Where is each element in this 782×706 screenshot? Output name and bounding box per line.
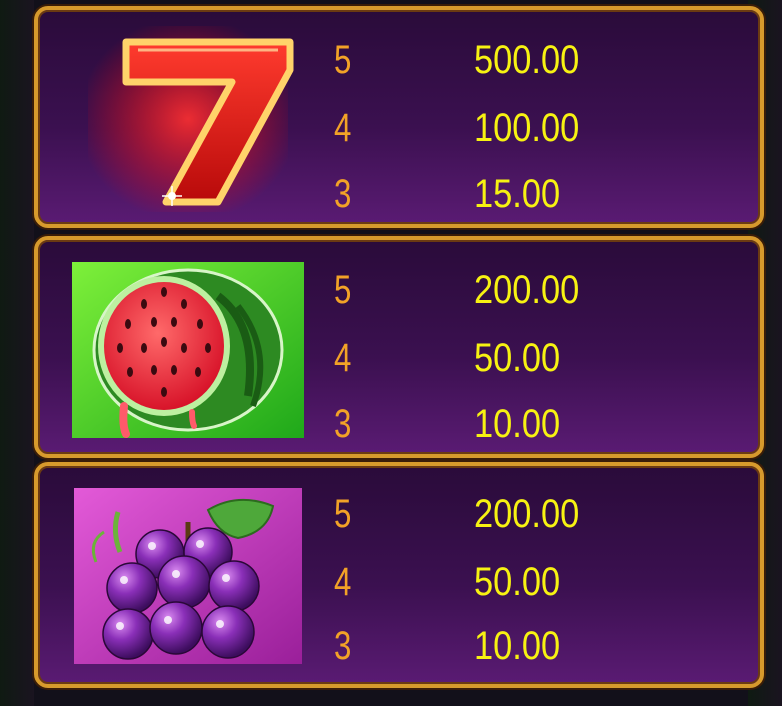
payout-row: 5 200.00 (334, 492, 754, 552)
watermelon-icon (68, 256, 308, 442)
seven-icon (68, 26, 308, 212)
grapes-icon (68, 482, 308, 668)
payout-row: 5 200.00 (334, 268, 754, 328)
payout-row: 4 100.00 (334, 106, 754, 166)
payout-row: 4 50.00 (334, 560, 754, 620)
payout-amount: 50.00 (474, 336, 561, 380)
payout-row: 3 15.00 (334, 172, 754, 224)
payout-amount: 200.00 (474, 268, 580, 312)
paytable-row-grapes: 5 200.00 4 50.00 3 10.00 (34, 462, 764, 688)
payout-amount: 50.00 (474, 560, 561, 604)
payout-row: 5 500.00 (334, 38, 754, 98)
payout-row: 3 10.00 (334, 402, 754, 454)
payout-count: 5 (334, 492, 351, 536)
payout-amount: 10.00 (474, 624, 561, 668)
payout-count: 3 (334, 624, 351, 668)
payout-amount: 100.00 (474, 106, 580, 150)
paytable-row-seven: 5 500.00 4 100.00 3 15.00 (34, 6, 764, 228)
paytable-row-watermelon: 5 200.00 4 50.00 3 10.00 (34, 236, 764, 458)
payout-count: 3 (334, 402, 351, 446)
payout-amount: 500.00 (474, 38, 580, 82)
payout-count: 5 (334, 268, 351, 312)
payout-count: 5 (334, 38, 351, 82)
payout-row: 3 10.00 (334, 624, 754, 684)
payout-count: 4 (334, 336, 351, 380)
payout-amount: 15.00 (474, 172, 561, 216)
payout-count: 4 (334, 560, 351, 604)
payout-row: 4 50.00 (334, 336, 754, 396)
payout-amount: 200.00 (474, 492, 580, 536)
background-left (0, 0, 34, 706)
payout-count: 4 (334, 106, 351, 150)
payout-amount: 10.00 (474, 402, 561, 446)
payout-count: 3 (334, 172, 351, 216)
